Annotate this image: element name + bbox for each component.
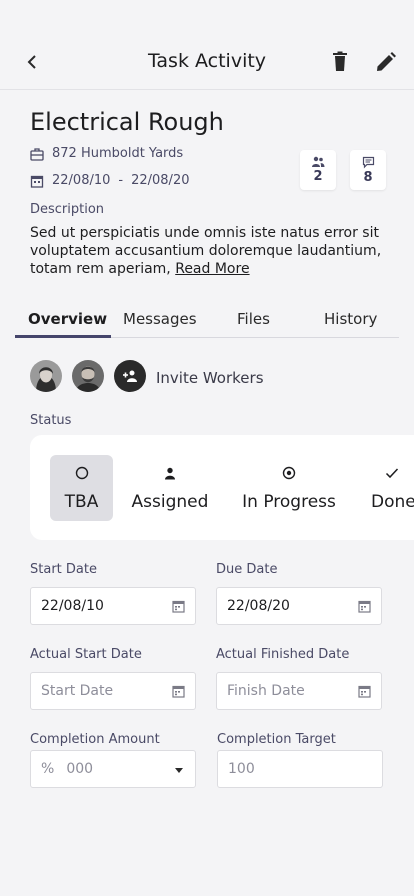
messages-count: 8 [363, 169, 373, 185]
start-date-field[interactable]: 22/08/10 [30, 587, 196, 625]
actual-start-date-placeholder: Start Date [41, 683, 114, 699]
status-option-tba[interactable]: TBA [50, 455, 113, 521]
actual-start-date-field[interactable]: Start Date [30, 672, 196, 710]
description-text: Sed ut perspiciatis unde omnis iste natu… [30, 224, 390, 278]
avatar[interactable] [72, 360, 104, 392]
status-option-label: Done [371, 492, 414, 512]
actual-finished-date-placeholder: Finish Date [227, 683, 305, 699]
task-start-date: 22/08/10 [52, 173, 111, 188]
completion-amount-label: Completion Amount [30, 732, 160, 747]
person-icon [165, 467, 175, 479]
due-date-field[interactable]: 22/08/20 [216, 587, 382, 625]
worker-avatar-2 [72, 360, 104, 392]
status-option-assigned[interactable]: Assigned [126, 455, 214, 521]
tab-bar: Overview Messages Files History [15, 300, 399, 338]
actual-finished-date-label: Actual Finished Date [216, 647, 350, 662]
status-option-done[interactable]: Done [364, 455, 414, 521]
active-tab-indicator [15, 335, 111, 338]
circle-outline-icon [75, 466, 88, 480]
calendar-icon[interactable] [358, 685, 371, 698]
workers-count-badge[interactable]: 2 [300, 150, 336, 190]
task-address: 872 Humboldt Yards [52, 146, 184, 161]
trash-icon [333, 51, 347, 71]
calendar-icon[interactable] [172, 685, 185, 698]
caret-down-icon[interactable] [175, 768, 183, 773]
status-option-label: In Progress [242, 492, 336, 512]
workers-count: 2 [313, 169, 323, 184]
status-selector: TBA Assigned In Progress Done [30, 435, 414, 540]
status-option-label: TBA [64, 492, 99, 512]
edit-button[interactable] [374, 50, 398, 76]
task-title: Electrical Rough [30, 108, 224, 136]
calendar-icon[interactable] [358, 600, 371, 613]
tab-messages[interactable]: Messages [123, 310, 197, 328]
calendar-icon[interactable] [172, 600, 185, 613]
calendar-icon [30, 175, 44, 188]
tab-history[interactable]: History [324, 310, 377, 328]
date-separator: - [118, 173, 124, 188]
actual-finished-date-field[interactable]: Finish Date [216, 672, 382, 710]
tab-files[interactable]: Files [237, 310, 270, 328]
check-icon [385, 468, 399, 479]
due-date-value: 22/08/20 [227, 598, 290, 614]
start-date-label: Start Date [30, 562, 97, 577]
status-label: Status [30, 413, 72, 428]
tab-overview[interactable]: Overview [28, 310, 107, 328]
invite-worker-button[interactable] [114, 360, 146, 392]
task-dates-row: 22/08/10 - 22/08/20 [30, 173, 189, 188]
delete-button[interactable] [328, 50, 352, 76]
add-person-icon [123, 370, 137, 382]
toolbox-icon [30, 147, 44, 161]
task-address-row: 872 Humboldt Yards [30, 146, 183, 161]
actual-start-date-label: Actual Start Date [30, 647, 142, 662]
messages-count-badge[interactable]: 8 [350, 150, 386, 190]
read-more-link[interactable]: Read More [175, 261, 249, 277]
due-date-label: Due Date [216, 562, 278, 577]
start-date-value: 22/08/10 [41, 598, 104, 614]
completion-target-input[interactable]: 100 [217, 750, 383, 788]
message-icon [362, 156, 374, 168]
status-option-in-progress[interactable]: In Progress [236, 455, 342, 521]
radio-dot-icon [282, 466, 296, 480]
worker-avatar-1 [30, 360, 62, 392]
description-label: Description [30, 202, 105, 217]
pencil-icon [377, 52, 396, 71]
invite-workers-label[interactable]: Invite Workers [156, 369, 264, 387]
completion-amount-placeholder: 000 [66, 761, 94, 777]
completion-target-label: Completion Target [217, 732, 336, 747]
people-icon [312, 156, 325, 167]
avatar[interactable] [30, 360, 62, 392]
completion-amount-select[interactable]: % 000 [30, 750, 196, 788]
completion-target-placeholder: 100 [228, 761, 255, 777]
app-header: Task Activity [0, 0, 414, 90]
status-option-label: Assigned [131, 492, 209, 512]
percent-unit: % [41, 761, 55, 777]
task-end-date: 22/08/20 [131, 173, 190, 188]
